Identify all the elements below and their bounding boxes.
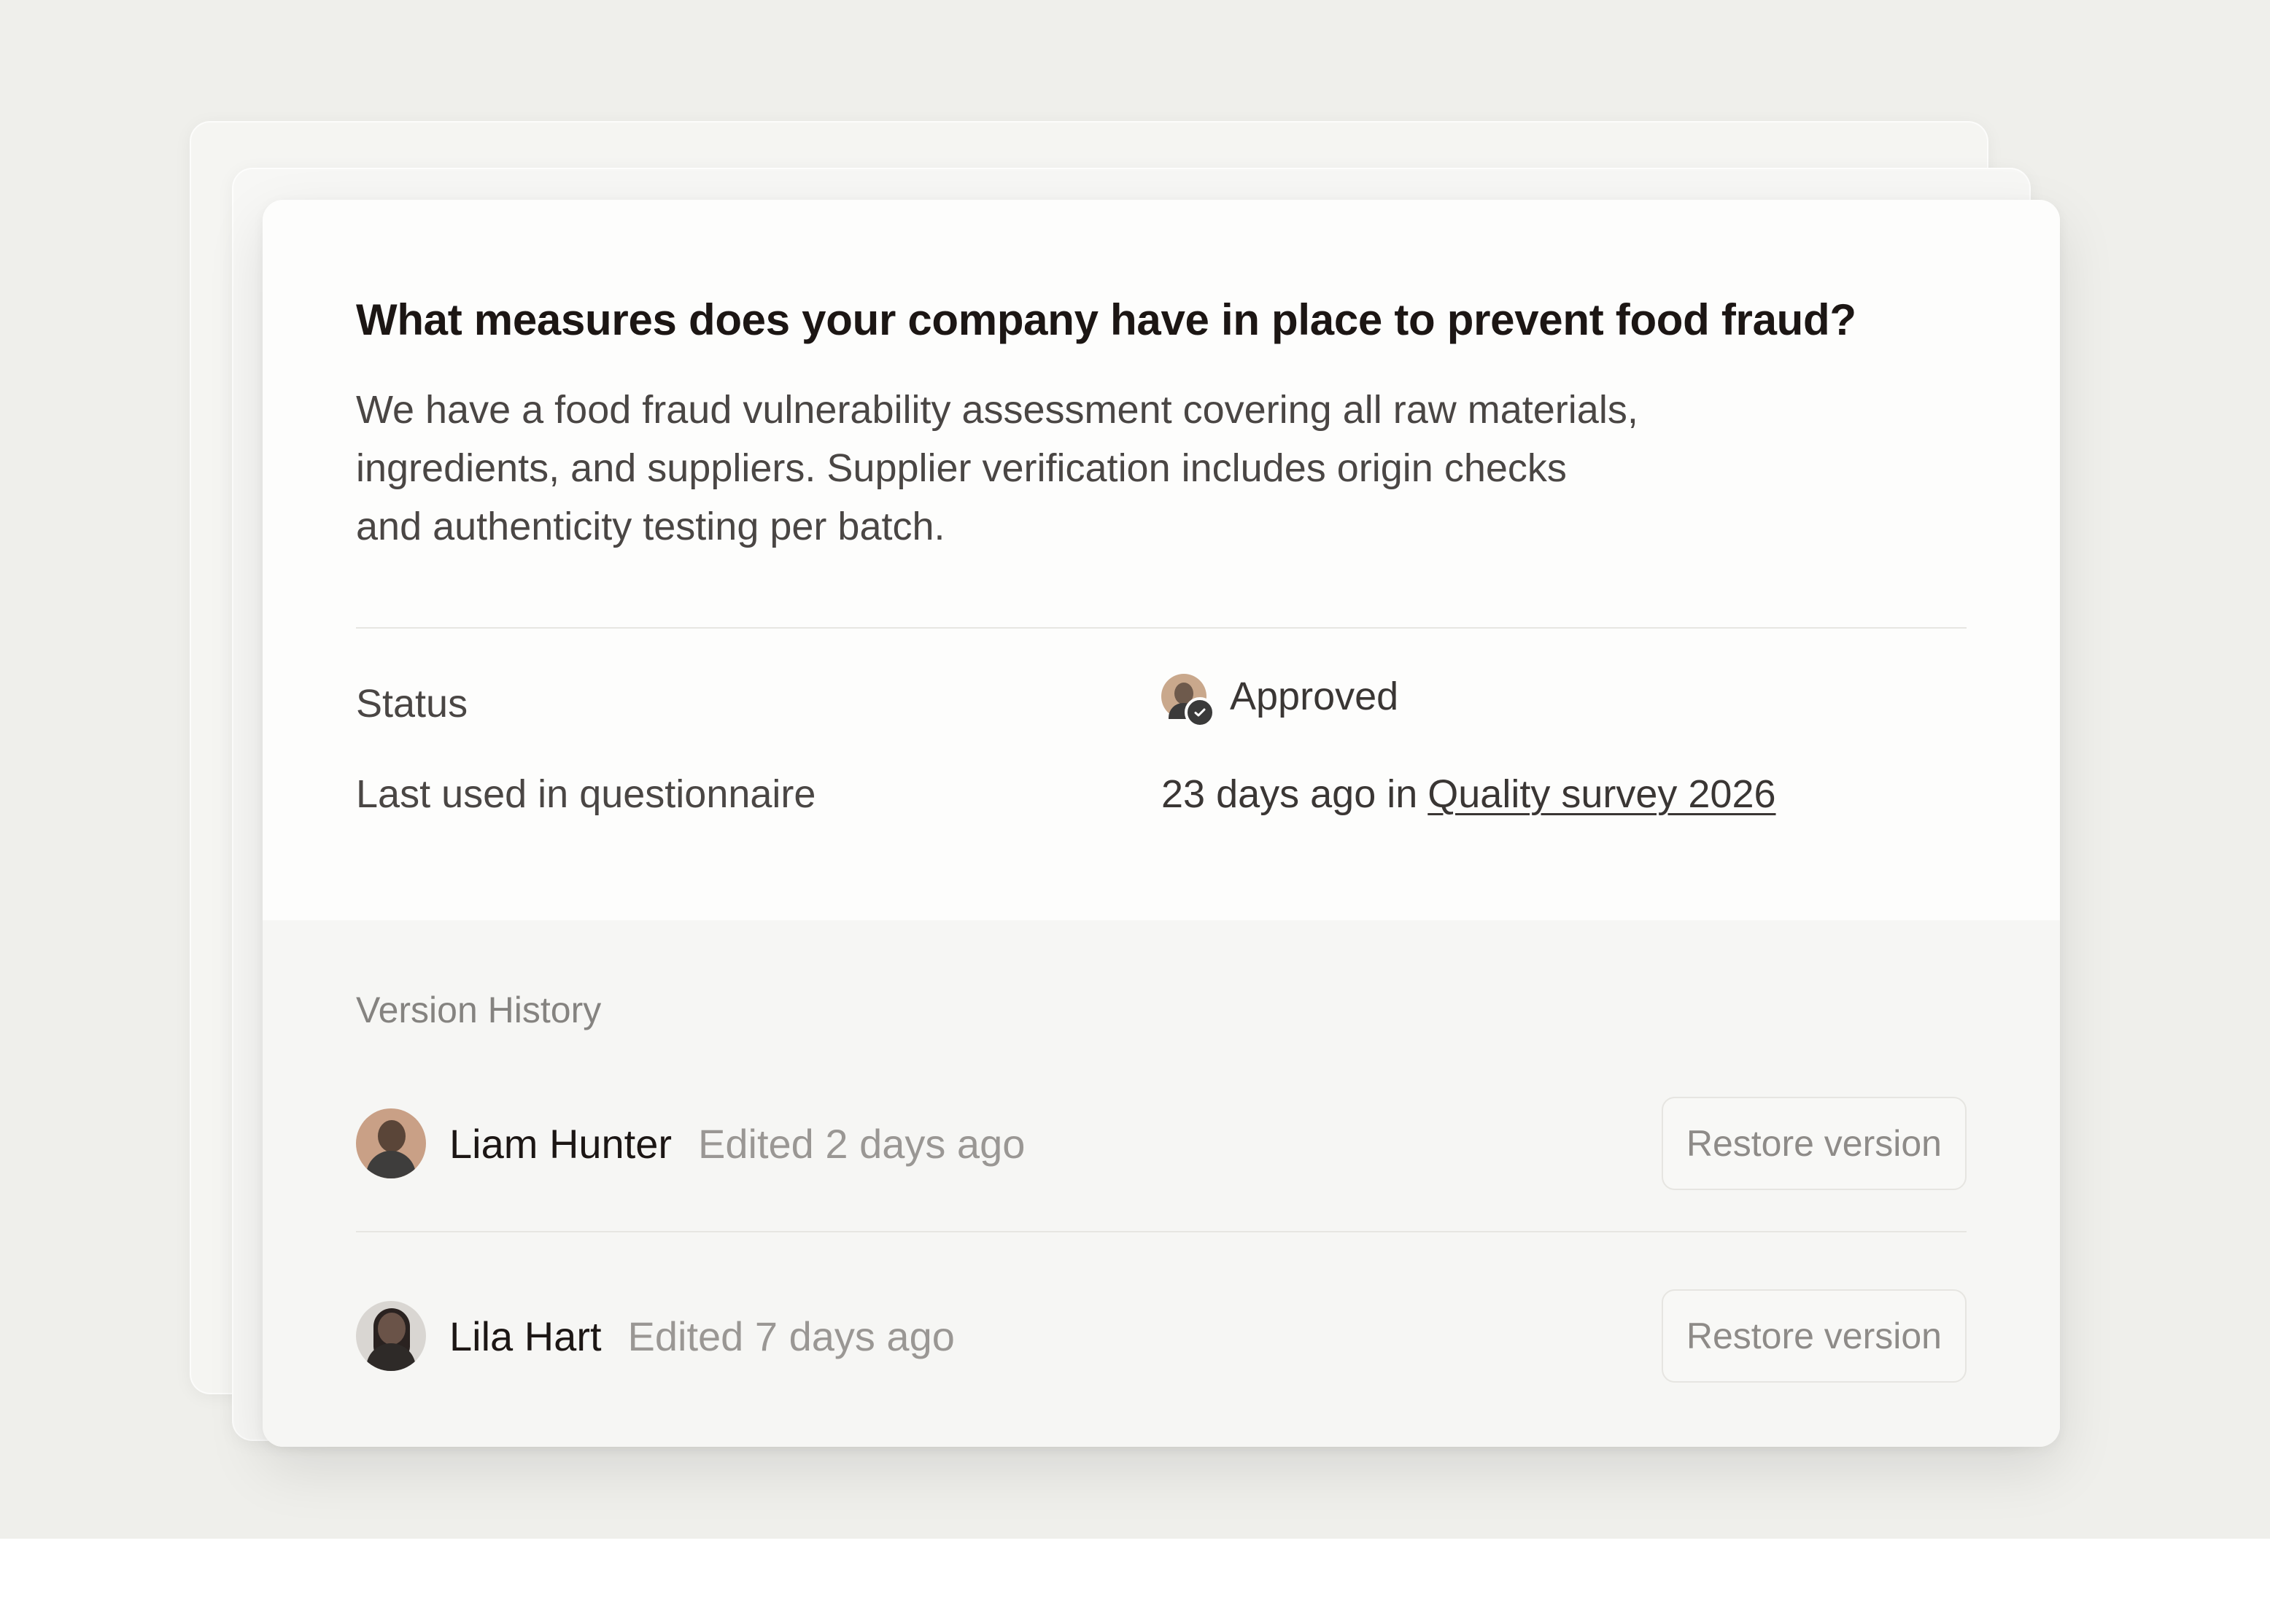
canvas-background: What measures does your company have in … bbox=[0, 0, 2270, 1539]
check-badge-icon bbox=[1185, 697, 1215, 728]
version-history-title: Version History bbox=[356, 990, 602, 1030]
approver-avatar-icon bbox=[1161, 674, 1215, 728]
editor-name: Liam Hunter bbox=[449, 1120, 673, 1167]
answer-card: What measures does your company have in … bbox=[263, 200, 2060, 1447]
restore-version-button[interactable]: Restore version bbox=[1661, 1097, 1967, 1190]
status-label: Status bbox=[356, 682, 468, 726]
avatar bbox=[356, 1108, 426, 1178]
editor-name: Lila Hart bbox=[449, 1313, 602, 1359]
last-used-value: 23 days ago in Quality survey 2026 bbox=[1161, 772, 1776, 817]
avatar bbox=[356, 1301, 426, 1371]
status-text: Approved bbox=[1230, 675, 1399, 718]
version-row: Lila Hart Edited 7 days ago Restore vers… bbox=[356, 1288, 1967, 1384]
last-used-label: Last used in questionnaire bbox=[356, 772, 816, 816]
version-row: Liam Hunter Edited 2 days ago Restore ve… bbox=[356, 1095, 1967, 1192]
edited-time: Edited 2 days ago bbox=[698, 1120, 1026, 1167]
restore-version-button[interactable]: Restore version bbox=[1661, 1289, 1967, 1383]
section-divider bbox=[356, 627, 1967, 629]
edited-time: Edited 7 days ago bbox=[627, 1313, 955, 1359]
question-title: What measures does your company have in … bbox=[356, 295, 1856, 344]
row-divider bbox=[356, 1231, 1967, 1232]
questionnaire-link[interactable]: Quality survey 2026 bbox=[1428, 772, 1775, 817]
last-used-time: 23 days ago in bbox=[1161, 772, 1418, 816]
answer-text: We have a food fraud vulnerability asses… bbox=[356, 388, 1638, 548]
status-value: Approved bbox=[1161, 674, 1399, 728]
